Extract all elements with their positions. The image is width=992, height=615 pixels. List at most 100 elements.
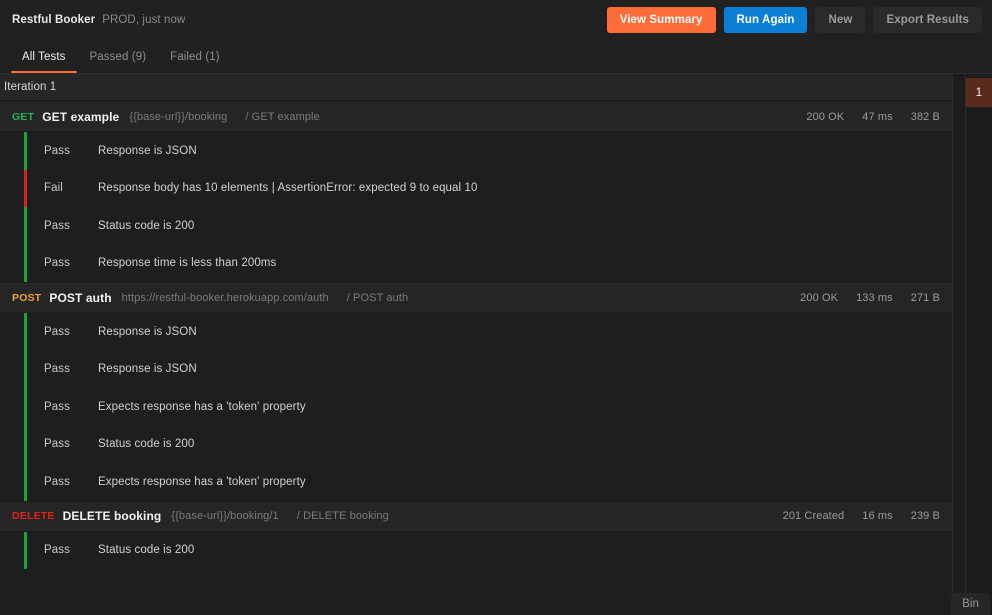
test-result-group: Pass Response is JSON Pass Response is JSON… <box>0 313 952 501</box>
test-status-label: Pass <box>44 400 70 413</box>
minimap-badge-label: 1 <box>975 86 983 99</box>
test-assertion-name: Status code is 200 <box>98 544 195 557</box>
response-time: 16 ms <box>862 510 893 522</box>
test-assertion-name: Response is JSON <box>98 363 197 376</box>
request-name: DELETE booking <box>62 509 162 523</box>
request-row[interactable]: GET GET example {{base-url}}/booking / GET … <box>0 101 952 132</box>
view-summary-button[interactable]: View Summary <box>606 7 716 33</box>
response-status: 200 OK <box>800 291 839 304</box>
request-list: GET GET example {{base-url}}/booking / GET … <box>0 101 952 569</box>
rail-segment-pass <box>24 244 27 282</box>
test-status-label: Pass <box>44 325 70 338</box>
test-status-label: Pass <box>44 363 70 376</box>
results-tabbar: All Tests Passed (9) Failed (1) <box>0 40 992 74</box>
test-result-row[interactable]: Pass Response is JSON <box>0 351 952 389</box>
new-button[interactable]: New <box>815 7 866 33</box>
test-status-rail <box>24 531 27 569</box>
request-folder-path: / GET example <box>245 110 320 123</box>
request-method-label: DELETE <box>12 510 55 522</box>
toolbar-button-group: View Summary Run Again New Export Results <box>599 7 982 33</box>
rail-segment-fail <box>24 169 27 207</box>
run-title: Restful Booker <box>12 14 96 26</box>
response-status: 200 OK <box>806 110 845 123</box>
test-assertion-name: Status code is 200 <box>98 219 195 232</box>
test-status-label: Fail <box>44 182 63 195</box>
test-assertion-name: Expects response has a 'token' property <box>98 400 306 413</box>
button-label: New <box>828 14 853 26</box>
test-result-row[interactable]: Pass Status code is 200 <box>0 532 952 570</box>
request-url: {{base-url}}/booking <box>129 110 228 123</box>
request-folder-path: / POST auth <box>346 291 409 304</box>
test-status-label: Pass <box>44 219 70 232</box>
response-size: 239 B <box>910 510 940 522</box>
test-result-row[interactable]: Pass Expects response has a 'token' prope… <box>0 388 952 426</box>
test-status-label: Pass <box>44 475 70 488</box>
tab-all-tests[interactable]: All Tests <box>10 40 78 73</box>
test-result-row[interactable]: Pass Response time is less than 200ms <box>0 245 952 283</box>
button-label: Export Results <box>886 14 969 26</box>
test-status-label: Pass <box>44 144 70 157</box>
button-label: View Summary <box>619 14 703 26</box>
bin-label: Bin <box>962 598 979 610</box>
request-url: https://restful-booker.herokuapp.com/aut… <box>121 291 329 304</box>
test-result-row[interactable]: Fail Response body has 10 elements | Asse… <box>0 170 952 208</box>
button-label: Run Again <box>736 14 795 26</box>
request-folder-path: / DELETE booking <box>296 510 389 522</box>
test-status-label: Pass <box>44 257 70 270</box>
test-status-label: Pass <box>44 544 70 557</box>
request-method-label: POST <box>12 291 42 304</box>
tab-list: All Tests Passed (9) Failed (1) <box>10 40 232 73</box>
run-again-button[interactable]: Run Again <box>723 7 808 33</box>
test-status-rail <box>24 132 27 282</box>
tab-label: Failed (1) <box>170 50 220 63</box>
test-result-row[interactable]: Pass Expects response has a 'token' prope… <box>0 463 952 501</box>
request-row[interactable]: DELETE DELETE booking {{base-url}}/booking… <box>0 500 952 532</box>
test-result-row[interactable]: Pass Status code is 200 <box>0 426 952 464</box>
request-name: GET example <box>42 109 120 124</box>
rail-segment-pass <box>24 207 27 245</box>
tab-failed[interactable]: Failed (1) <box>158 40 232 73</box>
test-status-label: Pass <box>44 438 70 451</box>
test-result-row[interactable]: Pass Response is JSON <box>0 132 952 170</box>
tab-label: All Tests <box>22 50 66 63</box>
results-scroll-area[interactable]: Iteration 1 GET GET example {{base-url}}/b… <box>0 74 953 615</box>
run-environment-meta: PROD, just now <box>102 14 186 26</box>
test-assertion-name: Response body has 10 elements | Assertio… <box>98 182 478 195</box>
rail-segment-pass <box>24 350 27 388</box>
tab-passed[interactable]: Passed (9) <box>78 40 159 73</box>
response-size: 271 B <box>910 291 940 304</box>
test-status-rail <box>24 313 27 501</box>
test-result-group: Pass Status code is 200 <box>0 531 952 570</box>
rail-segment-pass <box>24 425 27 463</box>
request-name: POST auth <box>49 290 112 305</box>
iteration-header: Iteration 1 <box>0 74 952 101</box>
test-result-row[interactable]: Pass Status code is 200 <box>0 207 952 245</box>
response-status: 201 Created <box>782 510 845 522</box>
request-url: {{base-url}}/booking/1 <box>171 510 279 522</box>
request-row[interactable]: POST POST auth https://restful-booker.hero… <box>0 282 952 313</box>
response-size: 382 B <box>910 110 940 123</box>
test-runner-results-window: Restful Booker PROD, just now View Summa… <box>0 0 992 615</box>
results-minimap-rail[interactable]: 1 <box>953 74 992 615</box>
tab-label: Passed (9) <box>89 50 147 63</box>
top-toolbar: Restful Booker PROD, just now View Summa… <box>0 0 992 40</box>
test-result-row[interactable]: Pass Response is JSON <box>0 313 952 351</box>
rail-segment-pass <box>24 531 27 569</box>
rail-segment-pass <box>24 313 27 351</box>
export-results-button[interactable]: Export Results <box>873 7 982 33</box>
rail-segment-pass <box>24 388 27 426</box>
test-assertion-name: Status code is 200 <box>98 438 195 451</box>
test-assertion-name: Response is JSON <box>98 325 197 338</box>
response-time: 47 ms <box>862 110 893 123</box>
rail-segment-pass <box>24 132 27 170</box>
test-assertion-name: Response time is less than 200ms <box>98 257 277 270</box>
request-method-label: GET <box>12 110 35 123</box>
test-assertion-name: Response is JSON <box>98 144 197 157</box>
test-assertion-name: Expects response has a 'token' property <box>98 475 306 488</box>
response-time: 133 ms <box>856 291 893 304</box>
bin-tab[interactable]: Bin <box>951 593 990 615</box>
results-body: Iteration 1 GET GET example {{base-url}}/b… <box>0 74 992 615</box>
minimap-divider <box>965 74 966 615</box>
iteration-label: Iteration 1 <box>4 81 57 93</box>
minimap-iteration-marker[interactable]: 1 <box>966 78 992 107</box>
